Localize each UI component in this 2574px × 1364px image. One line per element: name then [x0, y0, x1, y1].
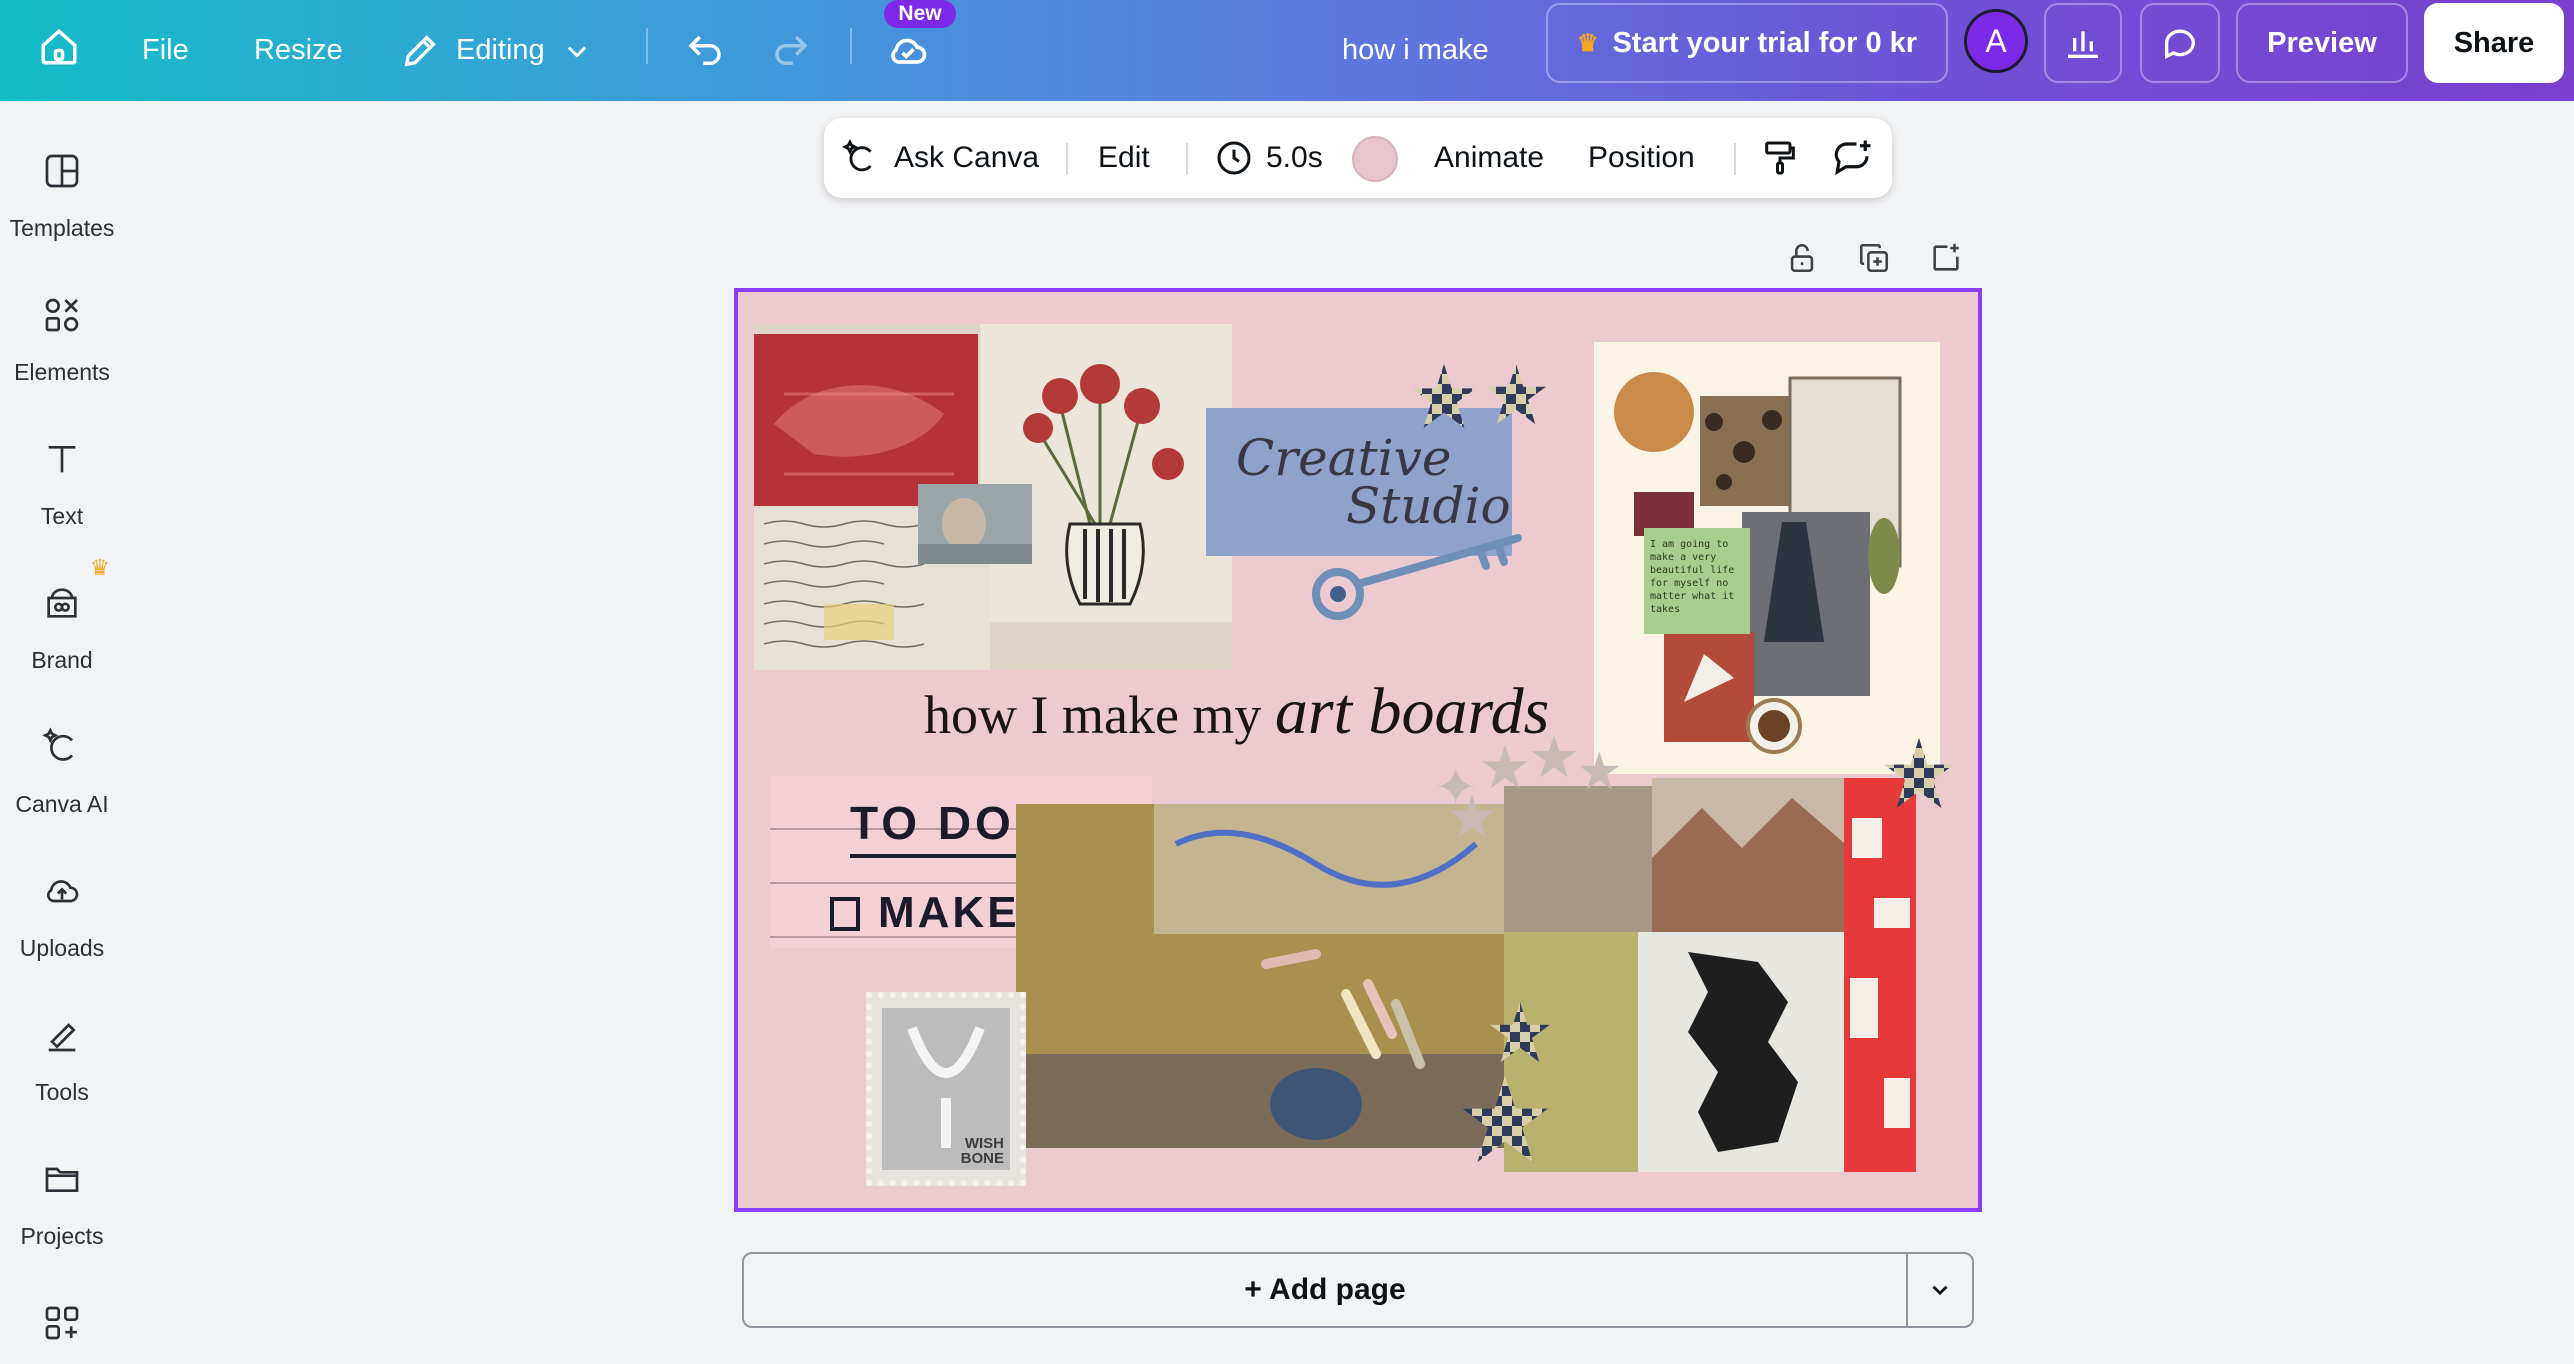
sidebar-item-templates[interactable]: Templates: [0, 149, 124, 279]
studio-line-1: Creative: [1236, 429, 1452, 487]
sidebar-item-elements[interactable]: Elements: [0, 293, 124, 423]
apps-icon: [40, 1301, 84, 1345]
chevron-down-icon: [563, 37, 591, 65]
divider: [646, 28, 648, 64]
todo-title: TO DO:: [850, 796, 1035, 858]
edit-button[interactable]: Edit: [1098, 118, 1150, 198]
sidebar-item-brand[interactable]: Brand: [0, 581, 124, 711]
document-title[interactable]: how i make: [1342, 0, 1489, 101]
editing-label: Editing: [456, 34, 545, 66]
divider: [1734, 143, 1736, 175]
sidebar-item-text[interactable]: Text: [0, 437, 124, 567]
file-menu[interactable]: File: [142, 0, 189, 101]
resize-button[interactable]: Resize: [254, 0, 343, 101]
divider: [850, 28, 852, 64]
ask-canva-button[interactable]: Ask Canva: [842, 118, 1039, 198]
add-page-icon-button[interactable]: [1928, 240, 1964, 276]
undo-icon: [684, 30, 726, 72]
painting-table-photo[interactable]: [1016, 804, 1512, 1148]
tools-icon: [40, 1013, 84, 1057]
studio-line-2: Studio: [1346, 477, 1511, 535]
premium-crown-icon: ♛: [90, 555, 110, 580]
avatar[interactable]: A: [1964, 9, 2028, 73]
chevron-down-icon: [1927, 1277, 1953, 1303]
stamp-image: WISH BONE: [882, 1008, 1010, 1170]
collage-top-left[interactable]: [754, 324, 1232, 670]
star-sticker[interactable]: ★: [1446, 789, 1498, 847]
crown-icon: ♛: [1576, 29, 1599, 57]
comments-button[interactable]: [2140, 3, 2220, 83]
context-toolbar: Ask Canva Edit 5.0s Animate Position: [824, 118, 1892, 198]
redo-button[interactable]: [770, 0, 812, 101]
redo-icon: [770, 30, 812, 72]
red-linocut-image: [754, 334, 978, 506]
add-page-button[interactable]: + Add page: [742, 1252, 1908, 1328]
duplicate-page-button[interactable]: [1856, 240, 1892, 276]
elements-icon: [40, 293, 84, 337]
design-canvas[interactable]: Creative Studio how I make my art boards…: [734, 288, 1982, 1212]
background-color-swatch[interactable]: [1352, 136, 1398, 182]
add-page-dropdown[interactable]: [1906, 1252, 1974, 1328]
antique-key-image[interactable]: [1298, 528, 1538, 638]
sidebar-item-tools[interactable]: Tools: [0, 1013, 124, 1143]
abstract-shape-image[interactable]: [1638, 932, 1858, 1172]
cloud-check-icon: [886, 29, 930, 73]
flower-vase-illustration: [980, 324, 1232, 622]
undo-button[interactable]: [684, 0, 726, 101]
rock-photo[interactable]: [1504, 786, 1652, 932]
top-bar: File Resize Editing New how i make ♛ Sta…: [0, 0, 2574, 101]
duration-button[interactable]: 5.0s: [1214, 118, 1323, 198]
position-button[interactable]: Position: [1588, 118, 1695, 198]
start-trial-button[interactable]: ♛ Start your trial for 0 kr: [1546, 3, 1948, 83]
new-badge: New: [884, 0, 956, 28]
brand-icon: [40, 581, 84, 625]
uploads-icon: [40, 869, 84, 913]
wishbone-stamp[interactable]: WISH BONE: [866, 992, 1026, 1186]
star-sticker[interactable]: ★: [1576, 746, 1623, 798]
motivation-note[interactable]: I am going to make a very beautiful life…: [1644, 528, 1750, 634]
headline-text[interactable]: how I make my art boards: [924, 674, 1549, 750]
paint-roller-icon: [1760, 138, 1800, 178]
bar-chart-icon: [2063, 23, 2103, 63]
templates-icon: [40, 149, 84, 193]
add-page-icon: [1929, 241, 1963, 275]
unlock-icon: [1785, 241, 1819, 275]
duplicate-icon: [1857, 241, 1891, 275]
divider: [1066, 143, 1068, 175]
canva-ai-icon: [40, 725, 84, 769]
copy-style-button[interactable]: [1760, 118, 1800, 198]
mountain-photo[interactable]: [1652, 778, 1850, 932]
trial-label: Start your trial for 0 kr: [1612, 26, 1918, 59]
portrait-photo: [918, 484, 1032, 564]
star-sticker[interactable]: ★: [1528, 729, 1580, 787]
text-icon: [40, 437, 84, 481]
share-button[interactable]: Share: [2424, 3, 2564, 83]
sidebar-item-projects[interactable]: Projects: [0, 1157, 124, 1287]
preview-button[interactable]: Preview: [2236, 3, 2408, 83]
add-comment-button[interactable]: [1832, 118, 1874, 198]
sidebar-item-uploads[interactable]: Uploads: [0, 869, 124, 999]
sidebar-item-apps[interactable]: [0, 1301, 124, 1361]
red-strip-image[interactable]: [1844, 778, 1916, 1172]
home-icon: [38, 26, 80, 76]
canva-ai-icon: [842, 139, 880, 177]
pencil-icon: [400, 31, 440, 71]
comment-plus-icon: [1832, 137, 1874, 179]
folder-icon: [40, 1157, 84, 1201]
divider: [1186, 143, 1188, 175]
lock-page-button[interactable]: [1784, 240, 1820, 276]
checkbox-icon: [830, 897, 860, 931]
clock-icon: [1214, 138, 1254, 178]
sidebar: Templates Elements Text Brand ♛ Canva AI…: [0, 101, 124, 1364]
sidebar-item-canva-ai[interactable]: Canva AI: [0, 725, 124, 855]
home-button[interactable]: [38, 0, 80, 101]
editing-mode-dropdown[interactable]: Editing: [400, 0, 591, 101]
insights-button[interactable]: [2044, 3, 2122, 83]
animate-button[interactable]: Animate: [1434, 118, 1544, 198]
comment-icon: [2160, 23, 2200, 63]
